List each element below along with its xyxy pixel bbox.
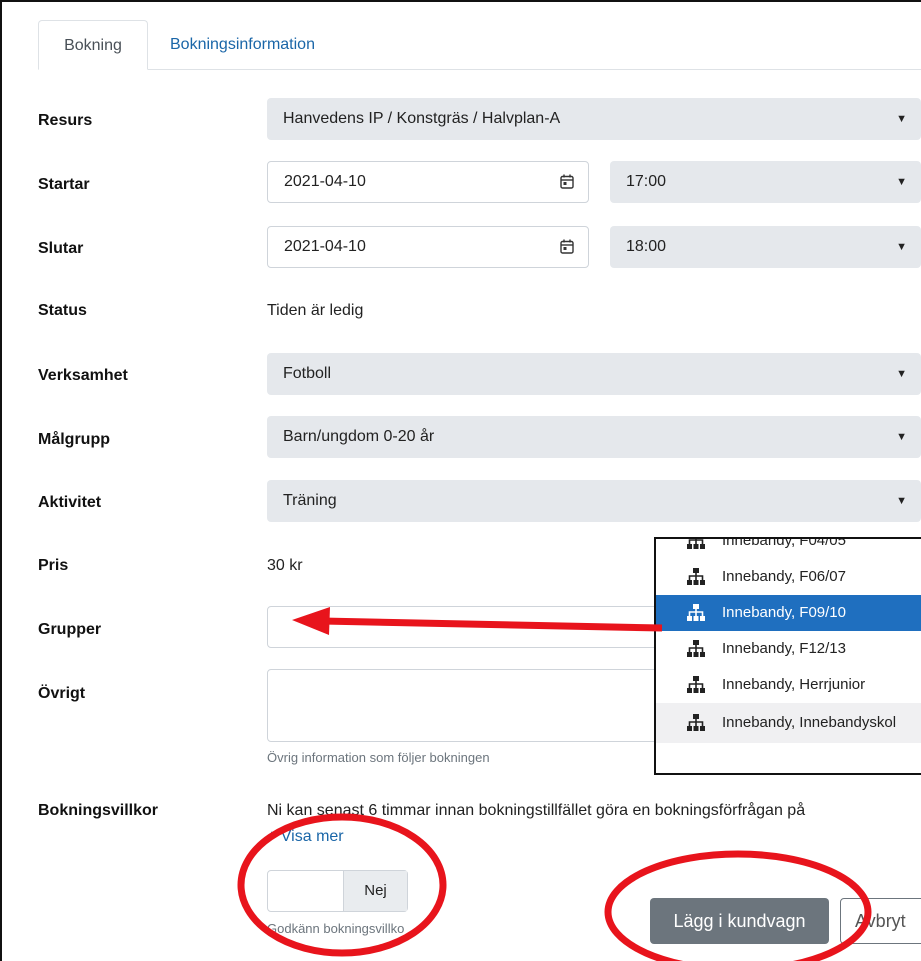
end-date-value: 2021-04-10 bbox=[284, 238, 366, 255]
group-option-label: Innebandy, F04/05 bbox=[722, 537, 846, 549]
start-label: Startar bbox=[38, 176, 90, 193]
end-time-value: 18:00 bbox=[626, 238, 667, 255]
end-date-input[interactable]: 2021-04-10 bbox=[267, 226, 589, 268]
calendar-icon[interactable] bbox=[560, 239, 574, 254]
add-to-cart-button[interactable]: Lägg i kundvagn bbox=[650, 898, 829, 944]
org-chart-icon bbox=[687, 539, 705, 549]
group-option-label: Innebandy, F06/07 bbox=[722, 568, 846, 585]
tab-bar: Bokning Bokningsinformation bbox=[38, 20, 921, 70]
caret-down-icon: ▼ bbox=[896, 113, 907, 125]
groups-label: Grupper bbox=[38, 621, 102, 638]
group-option[interactable]: Innebandy, Innebandyskol bbox=[656, 703, 921, 743]
caret-down-icon: ▼ bbox=[896, 495, 907, 507]
caret-down-icon: ▼ bbox=[896, 368, 907, 380]
other-help-text: Övrig information som följer bokningen bbox=[267, 750, 490, 765]
target-group-label: Målgrupp bbox=[38, 431, 110, 448]
activity-area-label: Verksamhet bbox=[38, 367, 128, 384]
activity-value: Träning bbox=[283, 492, 337, 509]
show-more-link[interactable]: + Visa mer bbox=[267, 828, 344, 846]
group-option-label: Innebandy, Innebandyskol bbox=[722, 714, 897, 731]
cancel-button[interactable]: Avbryt bbox=[840, 898, 921, 944]
caret-down-icon: ▼ bbox=[896, 176, 907, 188]
price-value: 30 kr bbox=[267, 557, 303, 574]
status-label: Status bbox=[38, 302, 87, 319]
start-date-value: 2021-04-10 bbox=[284, 173, 366, 190]
end-time-select[interactable]: 18:00 ▼ bbox=[610, 226, 921, 268]
group-option-selected[interactable]: Innebandy, F09/10 bbox=[656, 595, 921, 631]
target-group-value: Barn/ungdom 0-20 år bbox=[283, 428, 435, 445]
caret-down-icon: ▼ bbox=[896, 431, 907, 443]
price-label: Pris bbox=[38, 557, 69, 574]
target-group-select[interactable]: Barn/ungdom 0-20 år ▼ bbox=[267, 416, 921, 458]
tab-booking[interactable]: Bokning bbox=[38, 20, 148, 70]
accept-terms-toggle[interactable]: Nej bbox=[267, 870, 408, 912]
start-time-value: 17:00 bbox=[626, 173, 667, 190]
org-chart-icon bbox=[687, 640, 705, 657]
group-option[interactable]: Innebandy, F04/05 bbox=[656, 537, 921, 559]
org-chart-icon bbox=[687, 604, 705, 621]
resource-value: Hanvedens IP / Konstgräs / Halvplan-A bbox=[283, 110, 561, 127]
groups-dropdown-list[interactable]: Innebandy, F04/05 Innebandy, F06/07 Inne… bbox=[654, 537, 921, 775]
group-option[interactable]: Innebandy, F12/13 bbox=[656, 631, 921, 667]
resource-label: Resurs bbox=[38, 112, 93, 129]
tab-booking-information[interactable]: Bokningsinformation bbox=[150, 20, 335, 70]
resource-select[interactable]: Hanvedens IP / Konstgräs / Halvplan-A ▼ bbox=[267, 98, 921, 140]
end-label: Slutar bbox=[38, 240, 84, 257]
caret-down-icon: ▼ bbox=[896, 241, 907, 253]
calendar-icon[interactable] bbox=[560, 174, 574, 189]
activity-area-value: Fotboll bbox=[283, 365, 332, 382]
org-chart-icon bbox=[687, 676, 705, 693]
group-option[interactable]: Innebandy, F06/07 bbox=[656, 559, 921, 595]
org-chart-icon bbox=[687, 568, 705, 585]
group-option[interactable]: Innebandy, Herrjunior bbox=[656, 667, 921, 703]
activity-label: Aktivitet bbox=[38, 494, 102, 511]
activity-area-select[interactable]: Fotboll ▼ bbox=[267, 353, 921, 395]
other-textarea[interactable] bbox=[267, 669, 687, 742]
toggle-help-text: Godkänn bokningsvillko bbox=[267, 921, 405, 936]
other-label: Övrigt bbox=[38, 685, 86, 702]
start-time-select[interactable]: 17:00 ▼ bbox=[610, 161, 921, 203]
toggle-off-label: Nej bbox=[343, 871, 407, 911]
group-option-label: Innebandy, Herrjunior bbox=[722, 676, 866, 693]
org-chart-icon bbox=[687, 714, 705, 731]
start-date-input[interactable]: 2021-04-10 bbox=[267, 161, 589, 203]
terms-text: Ni kan senast 6 timmar innan bokningstil… bbox=[267, 802, 806, 819]
terms-label: Bokningsvillkor bbox=[38, 802, 159, 819]
activity-select[interactable]: Träning ▼ bbox=[267, 480, 921, 522]
groups-input[interactable] bbox=[267, 606, 687, 648]
status-value: Tiden är ledig bbox=[267, 302, 364, 319]
group-option-label: Innebandy, F09/10 bbox=[722, 604, 846, 621]
group-option-label: Innebandy, F12/13 bbox=[722, 640, 846, 657]
